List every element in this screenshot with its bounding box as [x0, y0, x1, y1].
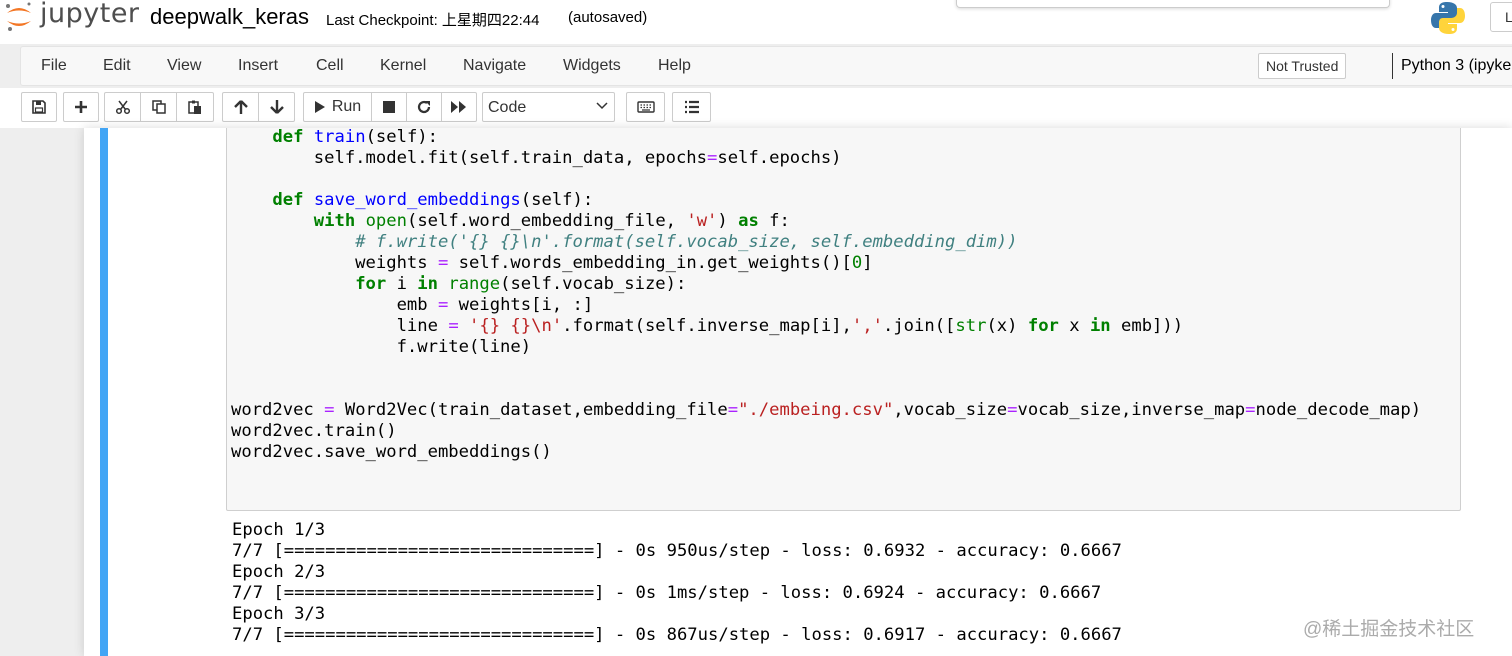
- run-label: Run: [331, 98, 362, 115]
- restart-button[interactable]: [406, 92, 442, 122]
- list-icon: [684, 100, 699, 114]
- paste-button[interactable]: [176, 92, 214, 122]
- output-line: 7/7 [==============================] - 0…: [232, 625, 1122, 645]
- menubar: File Edit View Insert Cell Kernel Naviga…: [20, 46, 1512, 86]
- code-line: for i in range(self.vocab_size):: [355, 274, 687, 294]
- code-line: def train(self):: [272, 127, 438, 147]
- cut-icon: [115, 100, 130, 115]
- menu-cell[interactable]: Cell: [316, 57, 344, 75]
- cell-type-select[interactable]: Code: [482, 92, 615, 122]
- restart-run-all-button[interactable]: [441, 92, 477, 122]
- toc-button[interactable]: [672, 92, 711, 122]
- cell-output: Epoch 1/3 7/7 [=========================…: [232, 520, 1122, 646]
- watermark: @稀土掘金技术社区: [1303, 619, 1475, 640]
- login-panel: [956, 0, 1390, 8]
- trust-status-button[interactable]: Not Trusted: [1258, 53, 1347, 79]
- menu-file[interactable]: File: [41, 57, 67, 75]
- arrow-up-icon: [233, 100, 248, 114]
- keyboard-icon: [636, 101, 655, 113]
- menu-kernel[interactable]: Kernel: [380, 57, 426, 75]
- code-line: emb = weights[i, :]: [231, 295, 594, 315]
- code-line: weights = self.words_embedding_in.get_we…: [231, 253, 873, 273]
- code-line: word2vec = Word2Vec(train_dataset,embedd…: [231, 400, 1422, 420]
- autosave-status: (autosaved): [568, 9, 648, 26]
- menu-help[interactable]: Help: [658, 57, 691, 75]
- insert-cell-button[interactable]: [63, 92, 99, 122]
- output-line: 7/7 [==============================] - 0…: [232, 541, 1122, 561]
- python-logo-icon: [1431, 2, 1465, 34]
- logout-button[interactable]: L: [1490, 2, 1512, 32]
- command-palette-button[interactable]: [626, 92, 665, 122]
- code-line: def save_word_embeddings(self):: [272, 190, 594, 210]
- checkpoint-status: Last Checkpoint: 上星期四22:44: [326, 12, 540, 29]
- selected-cell-indicator: [100, 128, 108, 656]
- menu-insert[interactable]: Insert: [238, 57, 278, 75]
- stop-icon: [383, 101, 395, 113]
- notebook-name[interactable]: deepwalk_keras: [150, 4, 309, 30]
- copy-icon: [151, 100, 166, 114]
- arrow-down-icon: [269, 100, 284, 114]
- move-down-button[interactable]: [258, 92, 295, 122]
- menu-view[interactable]: View: [167, 57, 201, 75]
- jupyter-logo[interactable]: jupyter: [4, 0, 139, 34]
- kernel-indicator[interactable]: Python 3 (ipyke: [1401, 57, 1511, 75]
- fast-forward-icon: [451, 101, 466, 113]
- cell-type-value: Code: [488, 99, 527, 116]
- code-line: self.model.fit(self.train_data, epochs=s…: [231, 148, 842, 168]
- toolbar: Run Code: [0, 88, 1512, 128]
- output-line: 7/7 [==============================] - 0…: [232, 583, 1102, 603]
- save-icon: [32, 100, 46, 114]
- menu-edit[interactable]: Edit: [103, 57, 131, 75]
- output-line: Epoch 1/3: [232, 520, 326, 540]
- move-up-button[interactable]: [222, 92, 259, 122]
- code-line: f.write(line): [231, 337, 532, 357]
- jupyter-logo-text: jupyter: [40, 0, 140, 29]
- run-button[interactable]: Run: [303, 92, 372, 122]
- cut-button[interactable]: [104, 92, 141, 122]
- output-line: Epoch 2/3: [232, 562, 326, 582]
- code-line: word2vec.save_word_embeddings(): [231, 442, 552, 462]
- interrupt-button[interactable]: [371, 92, 407, 122]
- code-line: with open(self.word_embedding_file, 'w')…: [313, 211, 790, 231]
- menu-widgets[interactable]: Widgets: [563, 57, 621, 75]
- restart-icon: [417, 100, 431, 114]
- header: jupyter deepwalk_keras Last Checkpoint: …: [0, 0, 1512, 44]
- menu-navigate[interactable]: Navigate: [463, 57, 526, 75]
- kernel-separator: [1392, 53, 1393, 79]
- save-button[interactable]: [21, 92, 57, 122]
- code-line: line = '{} {}\n'.format(self.inverse_map…: [231, 316, 1184, 336]
- jupyter-logo-icon: [6, 2, 31, 31]
- copy-button[interactable]: [140, 92, 177, 122]
- chevron-down-icon: [596, 102, 608, 110]
- paste-icon: [188, 100, 201, 114]
- plus-icon: [75, 101, 87, 113]
- code-cell-source[interactable]: def train(self): self.model.fit(self.tra…: [231, 127, 1421, 463]
- code-line: word2vec.train(): [231, 421, 397, 441]
- code-line: # f.write('{} {}\n'.format(self.vocab_si…: [355, 232, 1018, 252]
- output-line: Epoch 3/3: [232, 604, 326, 624]
- play-icon: [314, 101, 325, 113]
